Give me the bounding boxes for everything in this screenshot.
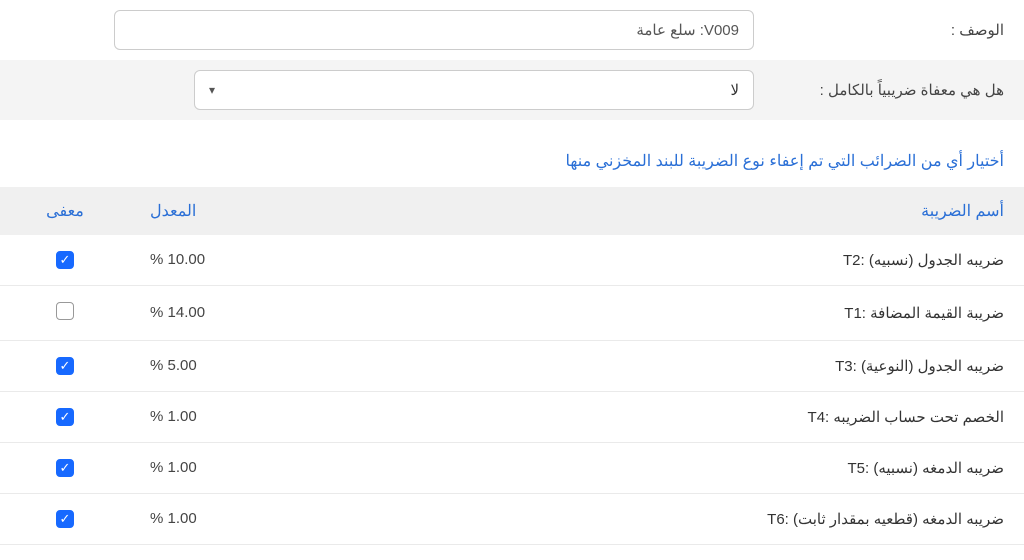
tax-rate-cell: % 10.00 (130, 251, 390, 268)
col-header-name: أسم الضريبة (390, 201, 1024, 221)
fully-exempt-row: هل هي معفاة ضريبياً بالكامل : لا ▾ (0, 60, 1024, 120)
chevron-down-icon: ▾ (209, 83, 215, 97)
fully-exempt-value: لا (730, 81, 739, 99)
tax-exempt-cell (0, 357, 130, 375)
description-input-col (0, 10, 754, 50)
description-input[interactable] (114, 10, 754, 50)
tax-exempt-cell (0, 251, 130, 269)
tax-rate-cell: % 1.00 (130, 510, 390, 527)
tax-rate-cell: % 14.00 (130, 304, 390, 321)
table-row: T1: ضريبة القيمة المضافة% 14.00 (0, 286, 1024, 341)
col-header-rate: المعدل (130, 201, 390, 221)
table-row: T3: ضريبه الجدول (النوعية)% 5.00 (0, 341, 1024, 392)
fully-exempt-label: هل هي معفاة ضريبياً بالكامل : (754, 81, 1024, 99)
tax-name-cell: T4: الخصم تحت حساب الضريبه (390, 408, 1024, 426)
tax-exempt-cell (0, 510, 130, 528)
tax-name-cell: T2: ضريبه الجدول (نسبيه) (390, 251, 1024, 269)
tax-name-cell: T1: ضريبة القيمة المضافة (390, 304, 1024, 322)
table-row: T6: ضريبه الدمغه (قطعيه بمقدار ثابت)% 1.… (0, 494, 1024, 545)
tax-rate-cell: % 1.00 (130, 459, 390, 476)
tax-exempt-cell (0, 408, 130, 426)
section-title: أختيار أي من الضرائب التي تم إعفاء نوع ا… (0, 120, 1024, 187)
tax-table-header: أسم الضريبة المعدل معفى (0, 187, 1024, 235)
tax-rate-cell: % 1.00 (130, 408, 390, 425)
tax-table-body: T2: ضريبه الجدول (نسبيه)% 10.00T1: ضريبة… (0, 235, 1024, 545)
tax-exempt-cell (0, 302, 130, 324)
exempt-checkbox[interactable] (56, 302, 74, 320)
description-label: الوصف : (754, 21, 1024, 39)
tax-name-cell: T5: ضريبه الدمغه (نسبيه) (390, 459, 1024, 477)
tax-rate-cell: % 5.00 (130, 357, 390, 374)
exempt-checkbox[interactable] (56, 251, 74, 269)
fully-exempt-select[interactable]: لا ▾ (194, 70, 754, 110)
exempt-checkbox[interactable] (56, 459, 74, 477)
table-row: T5: ضريبه الدمغه (نسبيه)% 1.00 (0, 443, 1024, 494)
tax-name-cell: T6: ضريبه الدمغه (قطعيه بمقدار ثابت) (390, 510, 1024, 528)
exempt-checkbox[interactable] (56, 357, 74, 375)
table-row: T2: ضريبه الجدول (نسبيه)% 10.00 (0, 235, 1024, 286)
exempt-checkbox[interactable] (56, 408, 74, 426)
table-row: T4: الخصم تحت حساب الضريبه% 1.00 (0, 392, 1024, 443)
col-header-exempt: معفى (0, 201, 130, 221)
tax-exempt-cell (0, 459, 130, 477)
fully-exempt-input-col: لا ▾ (0, 70, 754, 110)
description-row: الوصف : (0, 0, 1024, 60)
tax-name-cell: T3: ضريبه الجدول (النوعية) (390, 357, 1024, 375)
exempt-checkbox[interactable] (56, 510, 74, 528)
